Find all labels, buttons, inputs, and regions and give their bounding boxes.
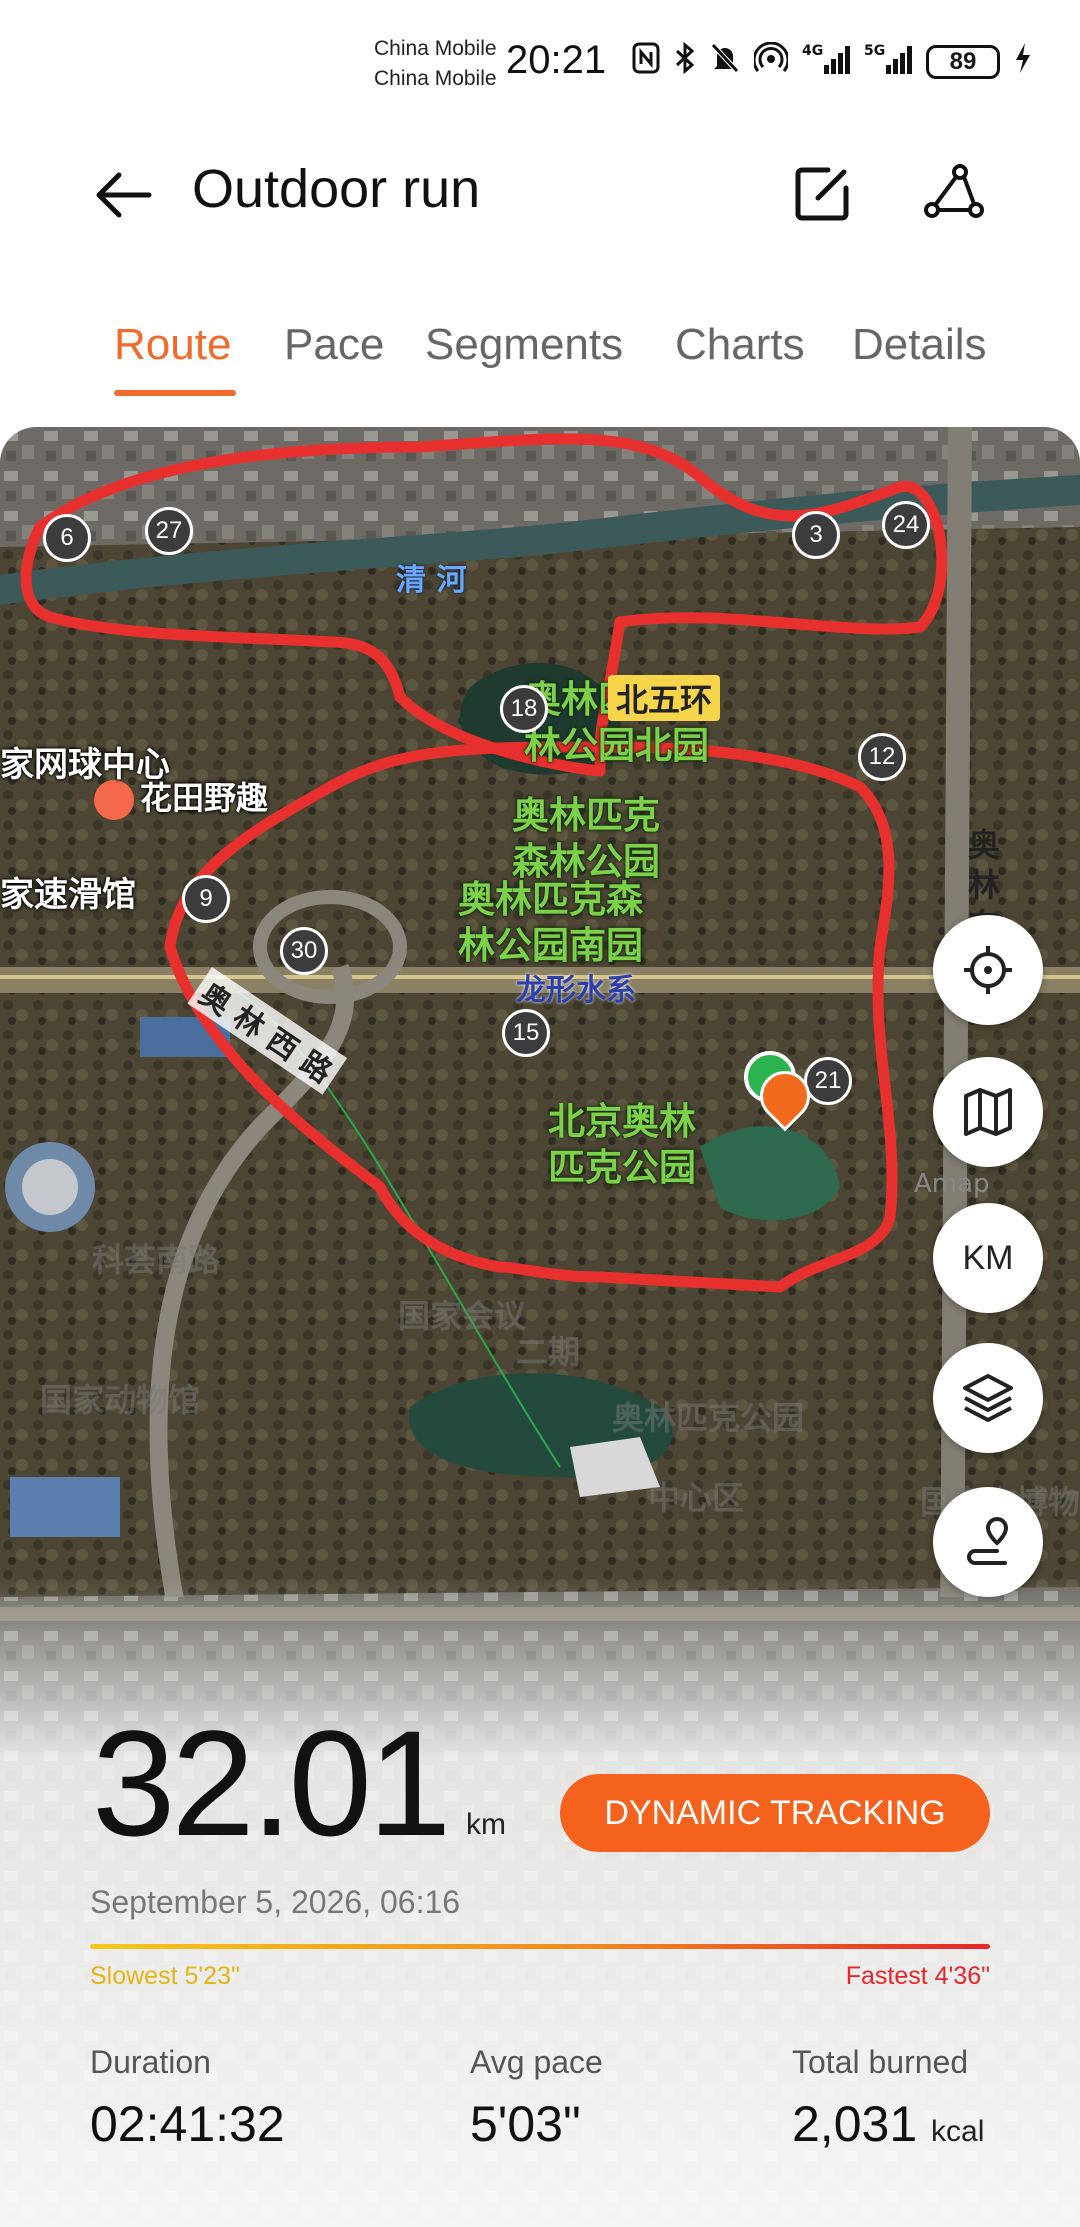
mute-icon	[710, 42, 740, 82]
beijing-park-line-1: 北京奥林	[548, 1100, 696, 1143]
map-provider-label: Amap	[914, 1169, 990, 1199]
back-button[interactable]	[88, 160, 158, 230]
active-tab-indicator	[114, 390, 236, 396]
tennis-center-label: 家网球中心	[0, 745, 170, 785]
slowest-pace: Slowest 5'23"	[90, 1962, 240, 1990]
avg-pace-label: Avg pace	[470, 2044, 603, 2080]
duration-value: 02:41:32	[90, 2096, 285, 2152]
km-marker-6[interactable]: 6	[43, 514, 91, 562]
tab-bar: Route Pace Segments Charts Details	[0, 310, 1080, 400]
back-arrow-icon	[96, 172, 152, 218]
bg-road-label: 科荟南路	[92, 1241, 221, 1279]
carrier-info: China Mobile China Mobile	[374, 34, 497, 94]
km-toggle-button[interactable]: KM	[933, 1203, 1043, 1313]
water-system-label: 龙形水系	[516, 973, 636, 1008]
km-marker-15[interactable]: 15	[502, 1009, 550, 1057]
page-title: Outdoor run	[192, 159, 481, 219]
burned-label: Total burned	[792, 2044, 969, 2080]
park-south-line-1: 奥林匹克森	[458, 878, 643, 921]
pace-range-bar	[90, 1944, 990, 1949]
avg-pace-value: 5'03"	[470, 2096, 581, 2152]
app-header: Outdoor run	[0, 140, 1080, 250]
park-north-line-2: 林公园北园	[524, 724, 709, 767]
share-route-icon	[924, 164, 984, 218]
route-map[interactable]: 清 河 奥林匹克森 林公园北园 花田野趣 北五环 家网球中心 奥林匹克 森林公园…	[0, 427, 1080, 2227]
river-label: 清 河	[396, 563, 467, 598]
edit-icon	[795, 167, 849, 221]
avg-pace-stat: Avg pace 5'03"	[470, 2044, 603, 2153]
nfc-icon	[632, 42, 660, 82]
km-marker-18[interactable]: 18	[500, 685, 548, 733]
edit-button[interactable]	[788, 158, 858, 228]
tab-route[interactable]: Route	[114, 320, 231, 370]
bg-park-label: 奥林匹克公园	[612, 1399, 805, 1437]
km-marker-30[interactable]: 30	[280, 927, 328, 975]
tab-pace[interactable]: Pace	[284, 320, 384, 370]
duration-label: Duration	[90, 2044, 211, 2080]
status-icons: 4G 5G 89	[632, 40, 1032, 84]
battery-icon: 89	[926, 45, 1000, 79]
park-south-label: 奥林匹克森 林公园南园	[458, 877, 643, 969]
bg-center-label: 中心区	[648, 1479, 745, 1517]
km-marker-9[interactable]: 9	[182, 875, 230, 923]
charging-icon	[1014, 42, 1032, 82]
tab-segments[interactable]: Segments	[425, 320, 623, 370]
share-route-button[interactable]	[918, 158, 988, 228]
status-bar: China Mobile China Mobile 20:21 4G 5G 89	[0, 0, 1080, 120]
park-south-line-2: 林公园南园	[458, 924, 643, 967]
signal-4g-icon: 4G	[802, 41, 850, 83]
poi-pin-icon	[94, 780, 134, 820]
locate-icon	[964, 946, 1012, 994]
tab-charts[interactable]: Charts	[675, 320, 805, 370]
beijing-park-label: 北京奥林 匹克公园	[548, 1099, 696, 1191]
east-road-char-1: 奥	[968, 826, 1001, 864]
bluetooth-icon	[674, 41, 696, 83]
km-marker-21[interactable]: 21	[804, 1057, 852, 1105]
svg-text:4G: 4G	[802, 43, 823, 59]
signal-5g-icon: 5G	[864, 41, 912, 83]
east-road-char-2: 林	[968, 866, 1001, 904]
dynamic-tracking-button[interactable]: DYNAMIC TRACKING	[560, 1774, 990, 1852]
carrier-2: China Mobile	[374, 67, 497, 90]
bg-conference-label: 国家会议	[398, 1297, 527, 1335]
layers-button[interactable]	[933, 1343, 1043, 1453]
carrier-1: China Mobile	[374, 37, 497, 60]
clock: 20:21	[506, 38, 607, 82]
run-datetime: September 5, 2026, 06:16	[90, 1884, 461, 1920]
burned-stat: Total burned 2,031 kcal	[792, 2044, 984, 2153]
skating-hall-label: 家速滑馆	[0, 875, 136, 915]
km-marker-12[interactable]: 12	[858, 733, 906, 781]
burned-row: 2,031 kcal	[792, 2095, 984, 2153]
hotspot-icon	[752, 41, 790, 82]
fastest-pace: Fastest 4'36"	[845, 1962, 990, 1990]
map-type-button[interactable]	[933, 1057, 1043, 1167]
map-icon	[964, 1088, 1012, 1136]
km-marker-3[interactable]: 3	[792, 511, 840, 559]
bg-museum-label: 国家动物馆	[40, 1381, 201, 1419]
route-icon	[967, 1516, 1009, 1565]
layers-icon	[963, 1374, 1013, 1422]
burned-value: 2,031	[792, 2096, 918, 2152]
bg-phase-label: 二期	[516, 1333, 581, 1371]
svg-text:5G: 5G	[864, 43, 885, 59]
park-main-label: 奥林匹克 森林公园	[512, 793, 660, 885]
duration-stat: Duration 02:41:32	[90, 2044, 285, 2153]
distance-unit: km	[466, 1808, 506, 1841]
burned-unit: kcal	[931, 2115, 985, 2148]
ring-road-label: 北五环	[608, 675, 721, 721]
km-marker-27[interactable]: 27	[145, 507, 193, 555]
tab-details[interactable]: Details	[852, 320, 987, 370]
km-marker-24[interactable]: 24	[882, 501, 930, 549]
locate-button[interactable]	[933, 915, 1043, 1025]
distance-value: 32.01	[92, 1699, 451, 1867]
beijing-park-line-2: 匹克公园	[548, 1146, 696, 1189]
park-main-line-1: 奥林匹克	[512, 794, 660, 837]
